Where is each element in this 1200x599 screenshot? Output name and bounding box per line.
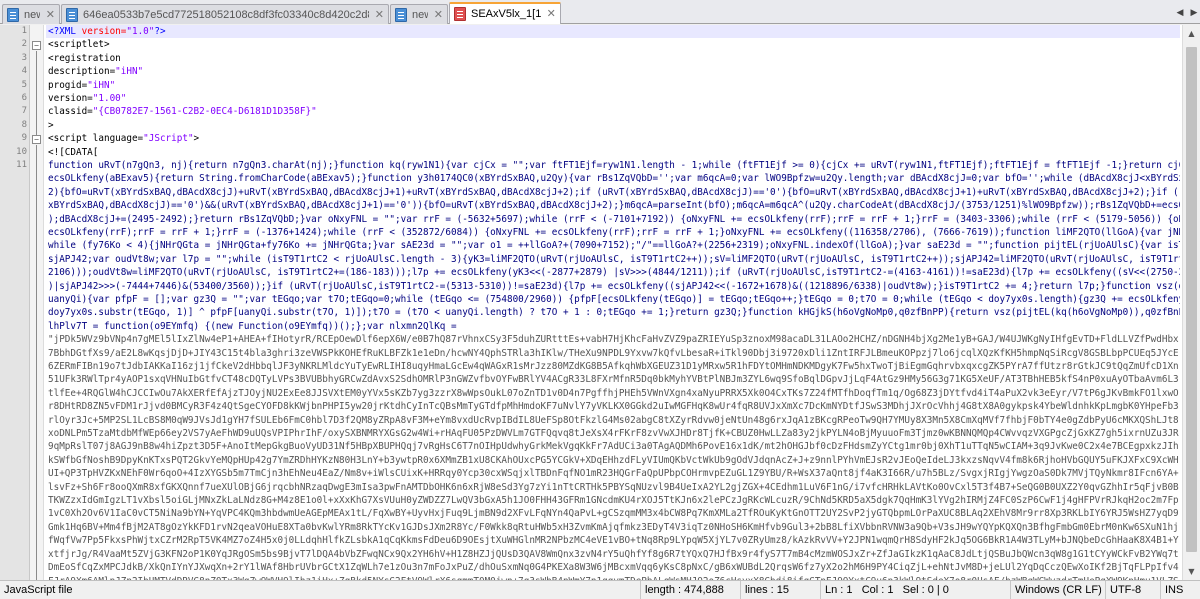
code-line: progid="iHN" [46,79,1180,92]
xml-tag: <registration [48,52,121,64]
status-language: JavaScript file [4,584,73,596]
status-encoding[interactable]: UTF-8 [1105,581,1160,599]
xml-attr: progid= [48,79,88,91]
code-line: )|sjAPJ42>>>(-7444+7446)&(53400/3560));}… [48,280,1180,292]
fold-line [36,51,37,139]
xml-value: "iHN" [87,79,116,91]
line-number: 9 [21,133,27,144]
code-line: <![CDATA[ [46,146,1180,159]
close-icon[interactable]: ✕ [375,8,384,21]
xml-tag: ?> [154,26,166,37]
code-line: );dBAcdX8cjJ+=(2495-2492);}return rBs1Zq… [48,213,1180,225]
code-line: doy7yx0s.substr(tEGqo, 1)] ^ pfpF[uanyQi… [48,307,1180,319]
scroll-up-icon[interactable]: ▲ [1183,25,1200,42]
line-number-gutter: 1 2 3 4 5 6 7 8 9 10 11 [0,25,30,580]
tab-label: new 1 [24,8,40,21]
close-icon[interactable]: ✕ [46,8,55,21]
line-number: 5 [21,79,27,90]
xml-attr: language= [87,133,144,145]
tab-new-1[interactable]: new 1 ✕ [2,4,60,24]
status-length: length : 474,888 [640,581,740,599]
code-line: lhPlv7T = function(o9EYmfq) {(new Functi… [48,320,457,332]
xml-attr: version= [48,93,93,104]
tab-scroll-buttons: ◀ ▶ [1174,4,1200,22]
code-line: <scriptlet> [46,38,1180,51]
xml-attr: description= [48,66,116,78]
code-line: description="iHN" [46,65,1180,78]
line-number: 7 [21,106,27,117]
fold-margin: − − [30,25,44,580]
code-line: function uRvT(n7gQn3, nj){return n7gQn3.… [48,160,1180,171]
chevron-left-icon[interactable]: ◀ [1174,4,1186,22]
status-eol[interactable]: Windows (CR LF) [1010,581,1105,599]
tab-label: 646ea0533b7e5cd772518052108c8df3fc03340c… [83,8,369,21]
status-position[interactable]: Ln : 1 Col : 1 Sel : 0 | 0 [820,581,1010,599]
chevron-right-icon[interactable]: ▶ [1188,4,1200,22]
tab-seaxv5lx[interactable]: SEAxV5lx_1[1].txt ✕ [449,2,561,24]
fold-minus-icon[interactable]: − [32,41,41,50]
xml-attr: version= [76,26,127,37]
document-icon [395,7,407,22]
xml-tag: > [48,119,54,131]
line-number: 10 [16,146,27,157]
code-line: classid="{CB0782E7-1561-C2B2-0EC4-D6181D… [46,105,1180,118]
status-insert-mode[interactable]: INS [1160,581,1200,599]
code-line: version="1.00" [46,92,1180,105]
close-icon[interactable]: ✕ [434,8,443,21]
encoded-payload-string: "jPDk5WVz9bVNp4n7gMEl5lIxZlNw4eP1+AHEA+f… [48,334,1179,580]
code-line: sjAPJ42;var oudVt8w;var l7p = "";while (… [48,253,1180,265]
tab-label: new 2 [412,8,428,21]
fold-line [36,145,37,580]
tab-new-2[interactable]: new 2 ✕ [390,4,448,24]
xml-value: "{CB0782E7-1561-C2B2-0EC4-D6181D1D358F}" [92,106,317,118]
line-number: 1 [21,26,27,36]
cdata-open: <![CDATA[ [48,146,99,158]
code-line: while (fy76Ko < 4){jNHrQGta = jNHrQGta+f… [48,240,1180,252]
xml-tag: > [193,133,200,145]
xml-tag: <script [48,133,88,145]
modified-document-icon [454,7,466,21]
document-icon [66,7,78,22]
xml-attr: classid= [48,106,93,118]
code-line: <registration [46,52,1180,65]
xml-value: "iHN" [115,66,144,78]
fold-minus-icon[interactable]: − [32,135,41,144]
line-number: 11 [16,160,27,170]
tab-bar: new 1 ✕ 646ea0533b7e5cd772518052108c8df3… [0,0,1200,24]
code-area[interactable]: <?XML version="1.0"?> <scriptlet> <regis… [46,25,1180,580]
code-line: uanyQi){var pfpF = [];var gz3Q = "";var … [48,294,1180,305]
close-icon[interactable]: ✕ [547,8,556,20]
code-line: ecsOLkfeny(rrF);rrF = rrF + 1;}rrF = (-1… [48,227,1180,238]
code-line: <script language="JScript"> [46,132,1180,145]
line-number: 2 [21,39,27,50]
tab-vba-file[interactable]: 646ea0533b7e5cd772518052108c8df3fc03340c… [61,4,389,24]
code-line: xBYrdSxBAQ,dBAcdX8cjJ)=='0')&&(uRvT(xBYr… [48,200,1180,212]
vertical-scrollbar[interactable]: ▲ ▼ [1182,25,1200,580]
scroll-thumb[interactable] [1186,47,1197,552]
status-lines: lines : 15 [740,581,820,599]
xml-value: "1.00" [92,93,127,104]
xml-tag: <?XML [48,26,76,37]
code-line: > [46,119,1180,132]
line-number: 8 [21,119,27,130]
line-number: 3 [21,52,27,63]
tab-label: SEAxV5lx_1[1].txt [471,8,541,20]
editor[interactable]: 1 2 3 4 5 6 7 8 9 10 11 − − <?XML versio… [0,25,1200,580]
line-number: 4 [21,66,27,77]
document-icon [7,7,19,22]
code-line: 2106)));oudVt8w=liMF2QTO(uRvT(rjUoAUlsC,… [48,267,1180,279]
xml-value: "1.0" [126,26,155,37]
scroll-down-icon[interactable]: ▼ [1183,563,1200,580]
code-line: 2){bfO=uRvT(xBYrdSxBAQ,dBAcdX8cjJ)+uRvT(… [48,186,1180,198]
xml-value: "JScript" [143,133,194,145]
line-number: 6 [21,93,27,103]
status-bar: JavaScript file length : 474,888 lines :… [0,580,1200,599]
xml-tag: <scriptlet> [48,39,110,51]
code-line: ecsOLkfeny(aBExav5){return String.fromCh… [48,173,1180,185]
code-line: <?XML version="1.0"?> [46,25,1180,39]
